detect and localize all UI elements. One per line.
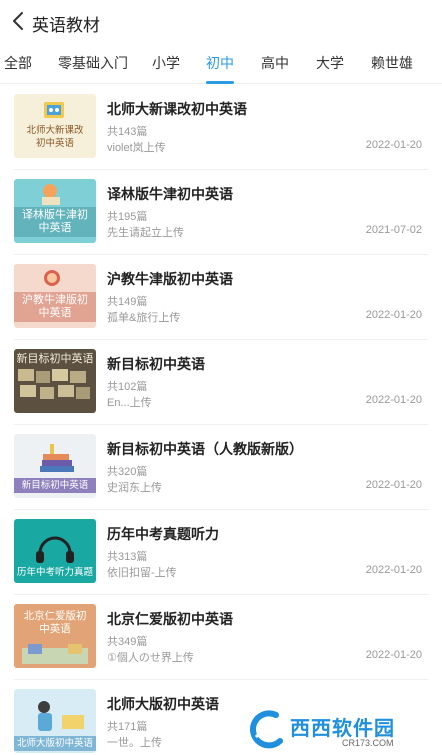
uploader: violet岚上传 [107,142,166,154]
page-title: 英语教材 [32,16,100,35]
book-title: 历年中考真题听力 [107,526,219,542]
cover-label: 北京仁爱版初中英语 [23,610,87,635]
list-item[interactable]: 沪教牛津版初中英语 沪教牛津版初中英语 共149篇 孤单&旅行上传 2022-0… [0,255,442,340]
cover-label: 译林版牛津初中英语 [14,207,96,237]
cover-label: 新目标初中英语 [16,353,94,365]
book-cover: 新目标初中英语 [14,349,96,413]
uploader: ①個人のせ界上传 [107,652,194,664]
upload-date: 2022-01-20 [365,394,422,406]
upload-date: 2022-01-20 [365,139,422,151]
cover-label: 沪教牛津版初中英语 [14,292,96,322]
cover-label: 新目标初中英语 [14,478,96,493]
cover-label: 北师大版初中英语 [14,736,96,751]
tab-primary[interactable]: 小学 [151,44,181,84]
article-count: 共171篇 [107,721,148,733]
book-cover: 北京仁爱版初中英语 [14,604,96,668]
watermark-url: CR173.COM [342,738,394,748]
book-title: 北师大版初中英语 [107,696,219,712]
article-count: 共313篇 [107,551,148,563]
tab-beginner[interactable]: 零基础入门 [58,44,128,84]
upload-date: 2021-07-02 [365,224,422,236]
article-count: 共195篇 [107,211,148,223]
list-item[interactable]: 新目标初中英语 新目标初中英语（人教版新版） 共320篇 史润东上传 2022-… [0,425,442,510]
upload-date: 2022-01-20 [365,479,422,491]
category-tabs: 全部 零基础入门 小学 初中 高中 大学 赖世雄 [0,44,442,84]
uploader: 史润东上传 [107,482,162,494]
list-item[interactable]: 北京仁爱版初中英语 北京仁爱版初中英语 共349篇 ①個人のせ界上传 2022-… [0,595,442,680]
book-title: 北师大新课改初中英语 [107,101,247,117]
uploader: 依旧扣留-上传 [107,567,177,579]
site-watermark: 西西软件园 CR173.COM [246,707,434,751]
cover-label: 历年中考听力真题 [16,567,93,578]
article-count: 共143篇 [107,126,148,138]
list-item[interactable]: 译林版牛津初中英语 译林版牛津初中英语 共195篇 先生请起立上传 2021-0… [0,170,442,255]
cover-label: 北师大新课改初中英语 [26,125,84,149]
uploader: 一世。上传 [107,737,162,749]
list-item[interactable]: 新目标初中英语 新目标初中英语 共102篇 En...上传 2022-01-20 [0,340,442,425]
tab-all[interactable]: 全部 [4,44,32,84]
uploader: 孤单&旅行上传 [107,312,181,324]
article-count: 共149篇 [107,296,148,308]
list-item[interactable]: 历年中考听力真题 历年中考真题听力 共313篇 依旧扣留-上传 2022-01-… [0,510,442,595]
upload-date: 2022-01-20 [365,309,422,321]
watermark-logo-icon [250,710,283,749]
active-tab-indicator [206,81,234,84]
book-cover: 北师大版初中英语 [14,689,96,753]
watermark-text: 西西软件园 [290,718,395,740]
book-title: 新目标初中英语 [107,356,205,372]
book-title: 沪教牛津版初中英语 [107,271,233,287]
book-title: 译林版牛津初中英语 [107,186,233,202]
book-title: 北京仁爱版初中英语 [107,611,233,627]
upload-date: 2022-01-20 [365,649,422,661]
book-cover: 新目标初中英语 [14,434,96,498]
tab-lai-shixiong[interactable]: 赖世雄 [370,44,414,84]
book-cover: 北师大新课改初中英语 [14,94,96,158]
article-count: 共102篇 [107,381,148,393]
article-count: 共349篇 [107,636,148,648]
tab-university[interactable]: 大学 [315,44,345,84]
tab-senior-high[interactable]: 高中 [260,44,290,84]
upload-date: 2022-01-20 [365,564,422,576]
uploader: En...上传 [107,397,152,409]
top-bar: 英语教材 [0,0,442,44]
book-cover: 沪教牛津版初中英语 [14,264,96,328]
book-title: 新目标初中英语（人教版新版） [107,441,303,457]
back-arrow-icon[interactable] [8,10,30,32]
book-cover: 历年中考听力真题 [14,519,96,583]
list-item[interactable]: 北师大新课改初中英语 北师大新课改初中英语 共143篇 violet岚上传 20… [0,85,442,170]
tab-junior-high[interactable]: 初中 [205,44,235,84]
uploader: 先生请起立上传 [107,227,184,239]
article-count: 共320篇 [107,466,148,478]
book-cover: 译林版牛津初中英语 [14,179,96,243]
